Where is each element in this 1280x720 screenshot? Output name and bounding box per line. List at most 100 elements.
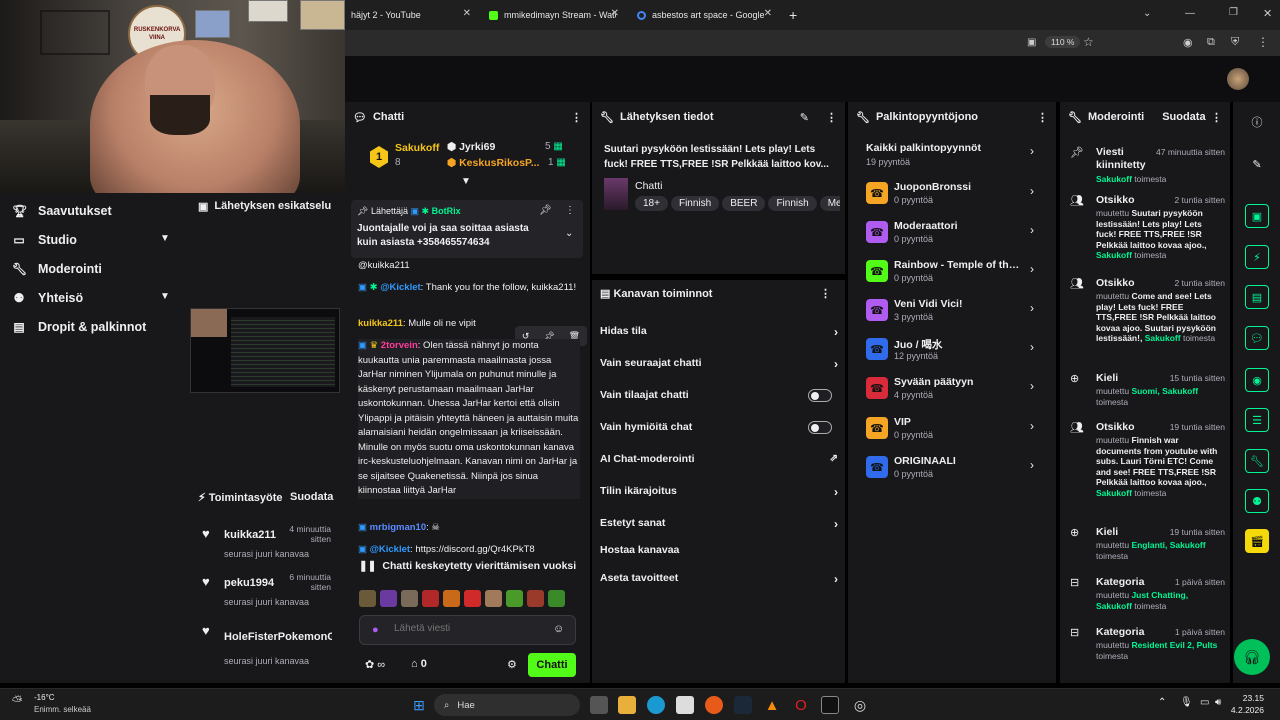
leader-name[interactable]: ⬢ Jyrki69: [447, 141, 495, 153]
infinity-icon[interactable]: ✿ ∞: [365, 658, 385, 671]
chat-icon[interactable]: 💬︎: [1245, 326, 1269, 350]
edit-icon[interactable]: ✎: [800, 111, 809, 124]
volume-icon[interactable]: 🔊︎: [1215, 697, 1221, 708]
wrench-icon[interactable]: 🔧︎: [1245, 449, 1269, 473]
support-icon[interactable]: 🎧︎: [1234, 639, 1270, 675]
username[interactable]: @Kicklet: [380, 282, 420, 293]
close-window-icon[interactable]: ✕: [1263, 7, 1272, 20]
vlc-icon[interactable]: ▲: [763, 696, 781, 714]
emote-icon[interactable]: [527, 590, 544, 607]
emote-icon[interactable]: [548, 590, 565, 607]
close-icon[interactable]: ✕: [463, 8, 471, 19]
category-thumbnail[interactable]: [604, 178, 628, 210]
more-icon[interactable]: ⋮: [820, 287, 831, 300]
action-age-restriction[interactable]: Tilin ikärajoitus ›: [600, 485, 838, 499]
folder-icon[interactable]: [618, 696, 636, 714]
send-chat-button[interactable]: Chatti: [528, 653, 576, 677]
action-followers-only[interactable]: Vain seuraajat chatti ›: [600, 357, 838, 371]
bolt-icon[interactable]: ⚡︎: [1245, 245, 1269, 269]
menu-icon[interactable]: ⋮: [1257, 35, 1269, 49]
emote-icon[interactable]: [401, 590, 418, 607]
username[interactable]: @Kicklet: [370, 544, 410, 554]
emotes-only-toggle[interactable]: [808, 421, 832, 434]
tag[interactable]: Me: [819, 196, 840, 211]
moderation-filter[interactable]: Suodata: [1162, 111, 1205, 123]
chat-paused-banner[interactable]: ❚❚ Chatti keskeytetty vierittämisen vuoks…: [345, 554, 590, 578]
minimize-icon[interactable]: —: [1185, 8, 1195, 19]
action-blocked-words[interactable]: Estetyt sanat ›: [600, 517, 838, 531]
emote-icon[interactable]: [380, 590, 397, 607]
list-icon[interactable]: ☰: [1245, 408, 1269, 432]
tag[interactable]: Finnish: [670, 196, 720, 211]
zoom-level[interactable]: 110 %: [1045, 36, 1081, 48]
shield-icon[interactable]: ⛨: [1231, 36, 1239, 49]
emote-icon[interactable]: [443, 590, 460, 607]
nav-dropit[interactable]: ▤ Dropit & palkinnot: [12, 320, 146, 334]
mic-icon[interactable]: 🎙︎: [1180, 697, 1193, 708]
edit-icon[interactable]: ✎: [1245, 152, 1269, 176]
emote-icon[interactable]: [422, 590, 439, 607]
nav-saavutukset[interactable]: 🏆︎ Saavutukset: [12, 204, 112, 218]
tag[interactable]: Finnish: [768, 196, 817, 211]
nav-studio[interactable]: ▭ Studio: [12, 233, 77, 247]
emote-icon[interactable]: [506, 590, 523, 607]
new-tab-button[interactable]: +: [783, 4, 803, 26]
close-icon[interactable]: ✕: [611, 8, 619, 19]
clapper-icon[interactable]: 🎬︎: [1245, 529, 1269, 553]
settings-icon[interactable]: ⚙: [507, 658, 517, 671]
more-icon[interactable]: ⋮: [571, 111, 582, 124]
star-icon[interactable]: ☆: [1083, 35, 1094, 49]
steam-icon[interactable]: [734, 696, 752, 714]
points-display[interactable]: ⌂ 0: [411, 658, 427, 670]
action-ai-moderation[interactable]: AI Chat-moderointi ⇗: [600, 453, 838, 465]
tray-chevron-icon[interactable]: ⌃: [1158, 697, 1166, 708]
taskview-icon[interactable]: [590, 696, 608, 714]
tag[interactable]: BEER: [722, 196, 766, 211]
avatar[interactable]: [1227, 68, 1249, 90]
more-icon[interactable]: ⋮: [1211, 111, 1222, 124]
username[interactable]: 2torvein: [381, 340, 418, 351]
clock-time[interactable]: 23.15: [1232, 693, 1264, 703]
preview-tool-icon[interactable]: ▣: [1245, 204, 1269, 228]
community-icon[interactable]: ⚉: [1245, 489, 1269, 513]
username[interactable]: mrbigman10: [370, 522, 427, 533]
chevron-down-icon[interactable]: ⌄: [565, 228, 573, 239]
action-host-channel[interactable]: Hostaa kanavaa: [600, 544, 838, 556]
extensions-icon[interactable]: ⧉: [1207, 36, 1215, 49]
windows-start-icon[interactable]: ⊞: [410, 696, 428, 714]
emote-icon[interactable]: [359, 590, 376, 607]
chat-input[interactable]: [394, 623, 544, 634]
maximize-icon[interactable]: ❐: [1229, 7, 1238, 18]
store-icon[interactable]: [676, 696, 694, 714]
emote-icon[interactable]: [485, 590, 502, 607]
expand-icon[interactable]: ▼: [461, 176, 471, 187]
chevron-down-icon[interactable]: ⌄: [1143, 8, 1151, 19]
info-icon[interactable]: ⓘ: [1245, 110, 1269, 134]
action-set-goals[interactable]: Aseta tavoitteet ›: [600, 572, 838, 586]
category-name[interactable]: Chatti: [635, 180, 662, 192]
tab-google[interactable]: asbestos art space - Google-ha ✕: [631, 4, 776, 26]
obs-icon[interactable]: ◎: [851, 696, 869, 714]
leader-name[interactable]: Sakukoff: [395, 142, 439, 154]
opera-icon[interactable]: O: [792, 696, 810, 714]
emoji-icon[interactable]: ☺: [553, 623, 564, 635]
terminal-icon[interactable]: [821, 696, 839, 714]
activity-filter[interactable]: Suodata: [290, 491, 333, 503]
tab-youtube[interactable]: häjyt 2 - YouTube ✕: [345, 4, 475, 26]
follower-name[interactable]: peku1994: [224, 577, 274, 589]
nav-yhteiso[interactable]: ⚉ Yhteisö: [12, 291, 84, 305]
tag[interactable]: 18+: [635, 196, 668, 211]
unpin-icon[interactable]: 📌︎: [539, 205, 552, 216]
notes-icon[interactable]: ▤: [1245, 285, 1269, 309]
edge-icon[interactable]: [647, 696, 665, 714]
screen-icon[interactable]: ▣: [1027, 37, 1036, 48]
broadcast-icon[interactable]: ◉: [1245, 368, 1269, 392]
all-rewards-row[interactable]: Kaikki palkintopyynnöt 19 pyyntöä ›: [866, 142, 1041, 167]
chevron-down-icon[interactable]: ▼: [160, 233, 170, 244]
chevron-down-icon[interactable]: ▼: [160, 291, 170, 302]
leader-name[interactable]: ⬢ KeskusRikosP...: [447, 157, 539, 169]
follower-name[interactable]: HoleFisterPokemonG: [224, 631, 332, 643]
account-icon[interactable]: ◉: [1183, 36, 1193, 49]
emote-icon[interactable]: [464, 590, 481, 607]
mic-icon[interactable]: ●: [372, 624, 379, 636]
